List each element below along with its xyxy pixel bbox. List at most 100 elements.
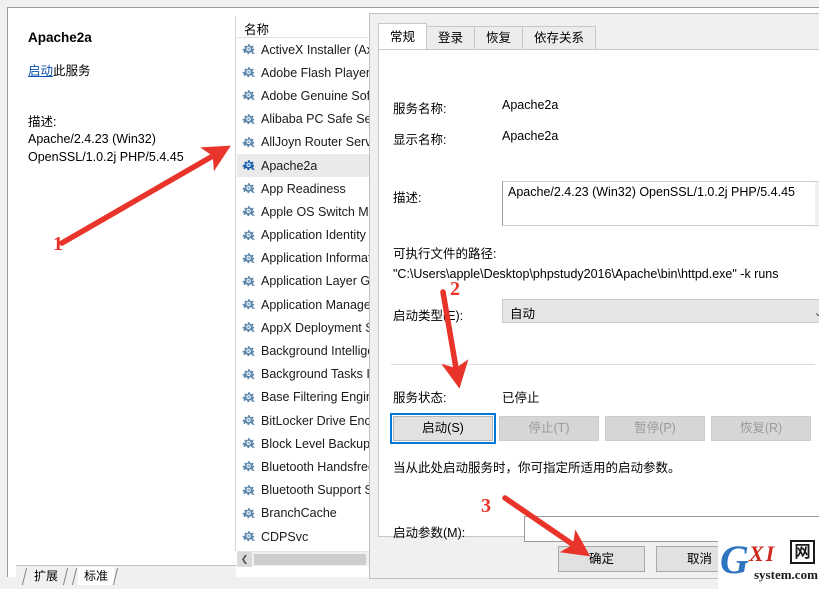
service-gear-icon	[242, 415, 255, 426]
list-item[interactable]: AppX Deployment S	[237, 316, 374, 339]
list-item[interactable]: Base Filtering Engine	[237, 386, 374, 409]
display-name-label: 显示名称:	[393, 133, 447, 147]
detail-description-line-1: Apache/2.4.23 (Win32)	[28, 132, 156, 146]
list-item[interactable]: BitLocker Drive Encr	[237, 409, 374, 432]
general-tab-page: 服务名称: Apache2a 显示名称: Apache2a 描述: Apache…	[378, 49, 819, 542]
service-control-button-2: 暂停(P)	[605, 416, 705, 441]
service-gear-icon	[242, 136, 255, 148]
service-gear-icon	[242, 368, 255, 379]
list-item-label: Block Level Backup E	[261, 436, 374, 451]
tab-1[interactable]: 登录	[426, 26, 476, 49]
list-item-label: Base Filtering Engine	[261, 390, 374, 405]
list-item[interactable]: Bluetooth Support S	[237, 479, 374, 502]
tab-extended[interactable]: 扩展	[28, 567, 64, 585]
service-gear-icon	[242, 252, 255, 264]
list-item[interactable]: Apple OS Switch Ma	[237, 200, 374, 223]
list-item-label: Application Identity	[261, 228, 366, 243]
list-item-label: Apple OS Switch Ma	[261, 204, 374, 219]
service-gear-icon	[242, 484, 255, 495]
service-gear-icon	[242, 90, 255, 101]
service-gear-icon	[242, 345, 255, 356]
description-value: Apache/2.4.23 (Win32) OpenSSL/1.0.2j PHP…	[508, 185, 795, 199]
start-service-action: 启动此服务	[28, 63, 225, 79]
startup-type-label: 启动类型(E):	[393, 309, 464, 323]
list-item-label: CDPSvc	[261, 529, 309, 544]
tab-standard[interactable]: 标准	[78, 567, 115, 585]
list-item[interactable]: Application Manager	[237, 293, 374, 316]
list-item-label: Application Informat	[261, 251, 372, 266]
service-gear-icon	[242, 44, 255, 55]
list-item-label: Application Layer Ga	[261, 274, 374, 289]
startup-type-combobox[interactable]: 自动 ⌄	[502, 299, 819, 323]
watermark-xi: XI	[749, 541, 777, 566]
watermark-box: 网	[790, 540, 815, 564]
list-item-label: Adobe Flash Player U	[261, 65, 374, 80]
list-item[interactable]: Block Level Backup E	[237, 432, 374, 455]
description-scrollbar[interactable]: ⌃ ⌄	[815, 182, 819, 225]
list-item[interactable]: BranchCache	[237, 502, 374, 525]
column-header-name[interactable]: 名称	[237, 16, 374, 38]
service-gear-icon	[242, 113, 255, 124]
service-status-value: 已停止	[502, 391, 540, 405]
service-gear-icon	[242, 507, 255, 519]
services-list-pane: 名称 ActiveX Installer (AxI Adobe Flash Pla…	[237, 16, 374, 551]
service-gear-icon	[242, 160, 255, 171]
screenshot-root: Apache2a 启动此服务 描述: Apache/2.4.23 (Win32)…	[0, 0, 819, 589]
list-item[interactable]: Application Informat	[237, 247, 374, 270]
service-gear-icon	[242, 276, 255, 287]
start-service-link[interactable]: 启动	[28, 64, 53, 78]
list-item[interactable]: AllJoyn Router Servic	[237, 131, 374, 154]
start-params-label: 启动参数(M):	[393, 526, 466, 540]
list-item[interactable]: Adobe Flash Player U	[237, 61, 374, 84]
start-params-hint: 当从此处启动服务时，你可指定所适用的启动参数。	[393, 461, 681, 475]
service-name-label: 服务名称:	[393, 102, 447, 116]
start-service-suffix: 此服务	[53, 64, 91, 78]
list-item[interactable]: ActiveX Installer (AxI	[237, 38, 374, 61]
service-name-value: Apache2a	[502, 98, 559, 112]
ok-button[interactable]: 确定	[558, 546, 645, 572]
service-detail-pane: Apache2a 启动此服务 描述: Apache/2.4.23 (Win32)…	[16, 16, 236, 551]
list-item[interactable]: Bluetooth Handsfree	[237, 455, 374, 478]
tab-0[interactable]: 常规	[378, 23, 428, 49]
service-gear-icon	[242, 229, 255, 240]
list-item[interactable]: Application Identity	[237, 224, 374, 247]
watermark-g: G	[720, 537, 749, 582]
service-control-button-1: 停止(T)	[499, 416, 599, 441]
list-item[interactable]: Application Layer Ga	[237, 270, 374, 293]
list-item[interactable]: Background Intellige	[237, 339, 374, 362]
chevron-down-icon[interactable]: ⌄	[814, 306, 819, 319]
service-gear-icon	[242, 299, 255, 310]
list-item-label: Alibaba PC Safe Serv	[261, 112, 374, 127]
list-item-label: Background Intellige	[261, 344, 374, 359]
scroll-left-icon[interactable]: ❮	[237, 551, 252, 567]
exe-path-value: "C:\Users\apple\Desktop\phpstudy2016\Apa…	[393, 267, 779, 281]
watermark-system: system.com	[754, 567, 818, 582]
service-control-button-3: 恢复(R)	[711, 416, 811, 441]
list-item[interactable]: Adobe Genuine Soft	[237, 84, 374, 107]
list-item-label: BranchCache	[261, 506, 337, 521]
description-label: 描述:	[393, 191, 422, 205]
list-item[interactable]: Background Tasks In	[237, 363, 374, 386]
list-item[interactable]: App Readiness	[237, 177, 374, 200]
list-item-label: ActiveX Installer (AxI	[261, 42, 374, 57]
watermark: G XI 网 system.com	[718, 537, 819, 589]
list-item-label: Application Manager	[261, 297, 374, 312]
exe-path-label: 可执行文件的路径:	[393, 247, 497, 261]
list-item[interactable]: Alibaba PC Safe Serv	[237, 108, 374, 131]
list-horizontal-scrollbar[interactable]: ❮	[237, 551, 374, 567]
scrollbar-thumb[interactable]	[254, 553, 366, 565]
service-properties-dialog: 常规 登录 恢复 依存关系 服务名称: Apache2a 显示名称: Apache2a…	[369, 13, 819, 579]
page-title: Apache2a	[28, 30, 92, 45]
description-textarea[interactable]: Apache/2.4.23 (Win32) OpenSSL/1.0.2j PHP…	[502, 181, 819, 226]
services-list[interactable]: ActiveX Installer (AxI Adobe Flash Player…	[237, 38, 374, 551]
tab-2[interactable]: 恢复	[474, 26, 524, 49]
detail-description-label: 描述:	[28, 115, 57, 129]
list-item[interactable]: Apache2a	[237, 153, 374, 178]
list-item-label: Background Tasks In	[261, 367, 374, 382]
list-item-label: AppX Deployment S	[261, 320, 374, 335]
list-item[interactable]: CDPSvc	[237, 525, 374, 548]
service-control-button-0[interactable]: 启动(S)	[390, 413, 496, 444]
service-gear-icon	[242, 322, 255, 333]
detail-description-line-2: OpenSSL/1.0.2j PHP/5.4.45	[28, 150, 184, 164]
tab-3[interactable]: 依存关系	[522, 26, 597, 49]
